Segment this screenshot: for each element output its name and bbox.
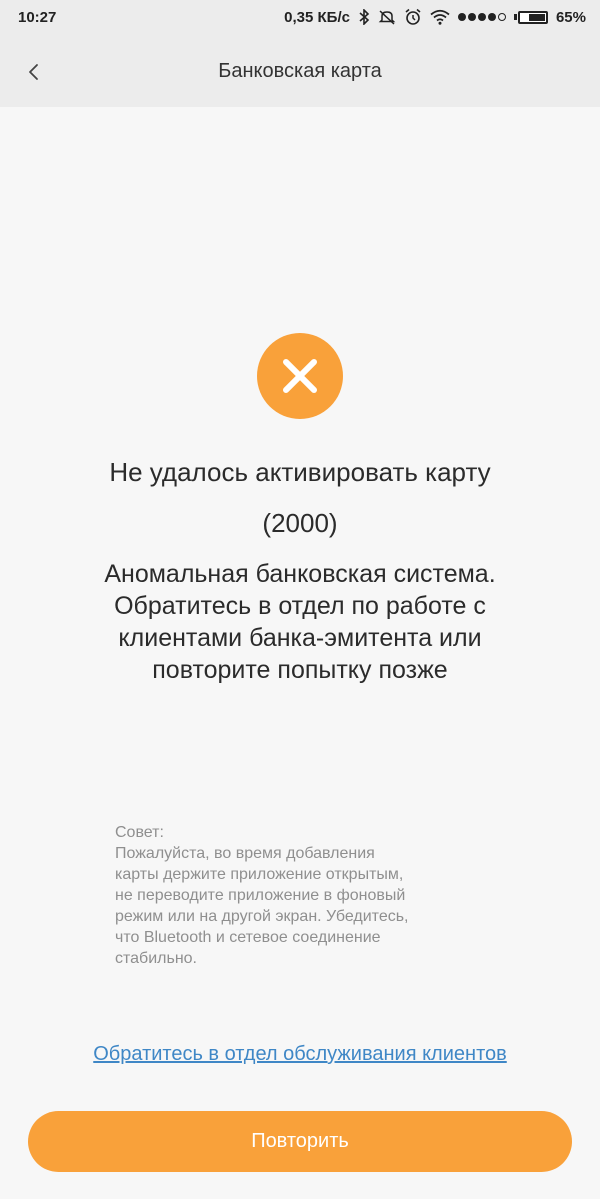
nav-bar: Банковская карта (0, 36, 600, 107)
battery-icon (513, 10, 548, 24)
network-speed: 0,35 КБ/с (284, 8, 350, 26)
support-link[interactable]: Обратитесь в отдел обслуживания клиентов (0, 1043, 600, 1066)
status-icons: 0,35 КБ/с 65% (284, 8, 586, 26)
mute-icon (378, 8, 396, 26)
status-bar: 10:27 0,35 КБ/с 65% (0, 0, 600, 36)
tip-text: Пожалуйста, во время добавления карты де… (115, 845, 409, 967)
alarm-icon (404, 8, 422, 26)
error-badge (257, 333, 343, 419)
retry-button[interactable]: Повторить (28, 1111, 572, 1172)
tip-title: Совет: (115, 824, 164, 841)
screen: 10:27 0,35 КБ/с 65% Банковская карта Не … (0, 0, 600, 1199)
battery-percent: 65% (555, 8, 586, 26)
wifi-icon (430, 8, 450, 26)
error-title: Не удалось активировать карту (109, 457, 491, 487)
page-title: Банковская карта (218, 60, 382, 82)
close-icon (283, 359, 317, 393)
signal-icon (457, 13, 506, 21)
tip-block: Совет: Пожалуйста, во время добавления к… (115, 822, 495, 969)
error-code: (2000) (262, 508, 338, 538)
bluetooth-icon (358, 8, 370, 26)
status-time: 10:27 (18, 9, 57, 26)
error-message: Аномальная банковская система. Обратитес… (104, 560, 496, 684)
